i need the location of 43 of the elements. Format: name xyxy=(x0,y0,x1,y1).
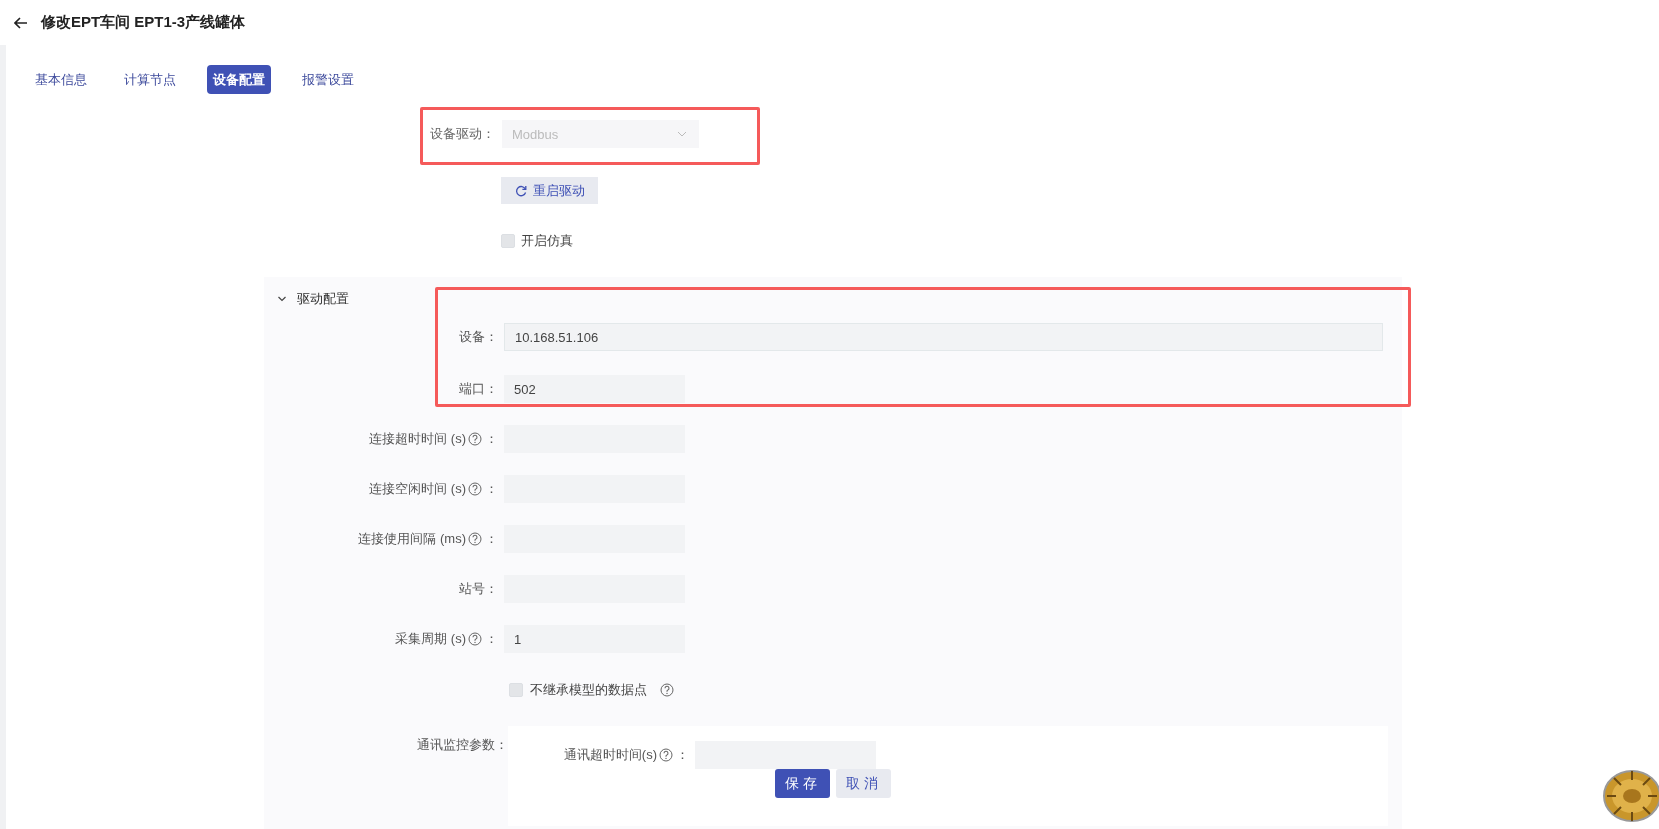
field-label: 端口： xyxy=(459,380,498,398)
checkbox-label: 开启仿真 xyxy=(521,232,573,250)
cancel-button[interactable]: 取消 xyxy=(836,769,891,798)
save-button[interactable]: 保存 xyxy=(775,769,830,798)
field-label: 通讯监控参数： xyxy=(416,736,508,754)
colon-label: ： xyxy=(485,530,498,548)
tab[interactable]: 报警设置 xyxy=(296,65,360,94)
help-icon[interactable] xyxy=(660,683,674,697)
restart-button[interactable]: 重启驱动 xyxy=(501,177,598,204)
help-icon[interactable] xyxy=(468,432,482,446)
field-label: 采集周期 (s) xyxy=(395,630,466,648)
colon-label: ： xyxy=(485,480,498,498)
refresh-icon xyxy=(514,184,527,197)
field-label: 设备： xyxy=(459,328,498,346)
checkbox-label: 不继承模型的数据点 xyxy=(530,681,647,699)
input-field[interactable]: 10.168.51.106 xyxy=(504,323,1383,351)
back-icon[interactable] xyxy=(14,16,28,29)
tab[interactable]: 计算节点 xyxy=(118,65,182,94)
chevron-down-icon xyxy=(677,131,687,137)
checkbox[interactable] xyxy=(501,234,515,248)
page-title: 修改EPT车间 EPT1-3产线罐体 xyxy=(41,13,246,32)
colon-label: ： xyxy=(485,430,498,448)
field-label: 连接空闲时间 (s) xyxy=(369,480,466,498)
colon-label: ： xyxy=(676,746,689,764)
section-title: 驱动配置 xyxy=(297,290,349,308)
field-label: 连接超时时间 (s) xyxy=(369,430,466,448)
chevron-down-icon[interactable] xyxy=(277,294,287,304)
tab[interactable]: 基本信息 xyxy=(29,65,93,94)
field-label: 站号： xyxy=(459,580,498,598)
checkbox[interactable] xyxy=(509,683,523,697)
colon-label: ： xyxy=(485,630,498,648)
field-label: 设备驱动： xyxy=(429,125,496,143)
select-value: Modbus xyxy=(512,126,559,142)
field-label: 通讯超时时间(s) xyxy=(563,746,657,764)
help-icon[interactable] xyxy=(468,632,482,646)
field-label: 连接使用间隔 (ms) xyxy=(358,530,466,548)
help-icon[interactable] xyxy=(468,482,482,496)
input-field[interactable] xyxy=(695,741,876,769)
input-field[interactable]: 1 xyxy=(504,625,685,653)
input-field[interactable]: 502 xyxy=(504,375,685,403)
help-icon[interactable] xyxy=(659,748,673,762)
tab[interactable]: 设备配置 xyxy=(207,65,271,94)
help-icon[interactable] xyxy=(468,532,482,546)
